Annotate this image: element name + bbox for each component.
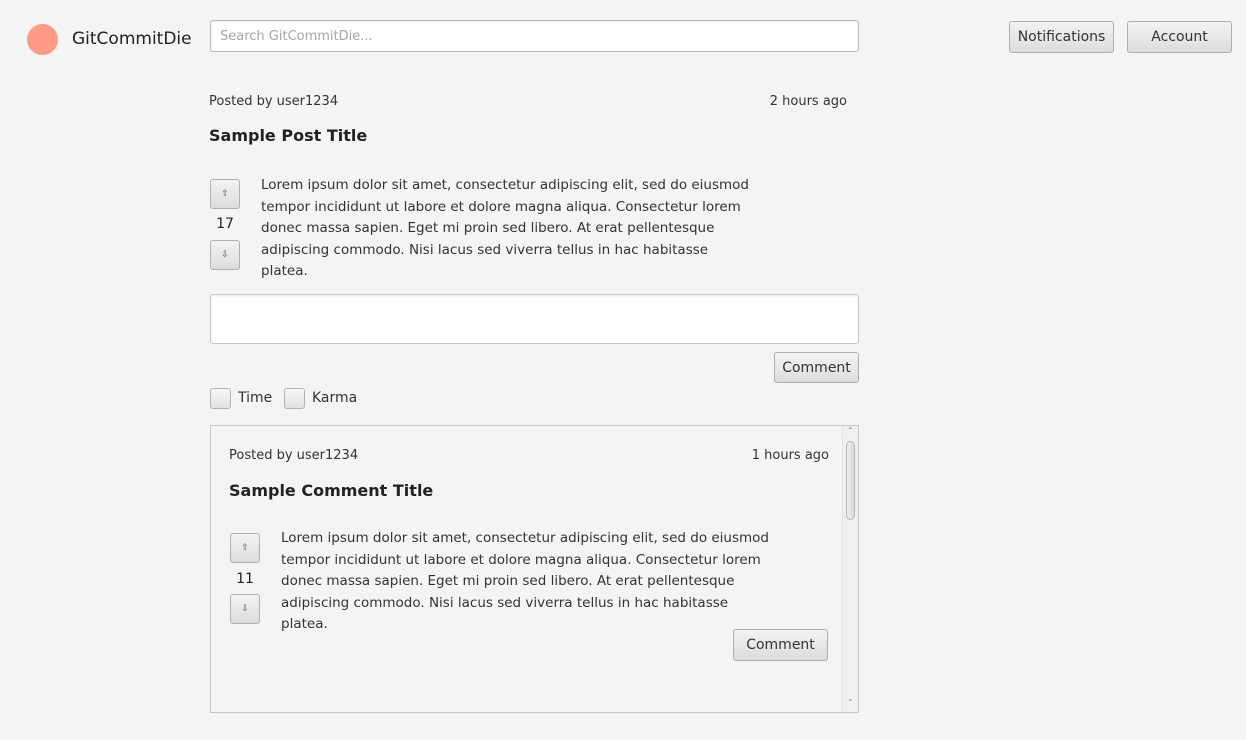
comment-timestamp: 1 hours ago [751, 448, 829, 463]
comment-score: 11 [236, 571, 254, 587]
comment-input[interactable] [210, 294, 859, 344]
reply-comment-button[interactable]: Comment [733, 629, 828, 661]
app-logo [27, 24, 58, 55]
post-body: Lorem ipsum dolor sit amet, consectetur … [261, 177, 750, 279]
post-author: Posted by user1234 [209, 94, 339, 109]
arrow-up-icon: ⇧ [221, 189, 229, 199]
comment-downvote-button[interactable]: ⇩ [230, 594, 260, 624]
arrow-down-icon: ⇩ [241, 604, 249, 614]
comment-title: Sample Comment Title [229, 481, 434, 500]
notifications-button[interactable]: Notifications [1009, 21, 1114, 53]
sort-karma-checkbox[interactable] [284, 388, 305, 409]
comment-body: Lorem ipsum dolor sit amet, consectetur … [281, 530, 770, 632]
post-upvote-button[interactable]: ⇧ [210, 179, 240, 209]
post-title: Sample Post Title [209, 126, 368, 145]
post-downvote-button[interactable]: ⇩ [210, 240, 240, 270]
comment-author: Posted by user1234 [229, 448, 359, 463]
submit-comment-button[interactable]: Comment [774, 352, 859, 383]
app-name: GitCommitDie [72, 29, 192, 49]
chevron-up-icon[interactable]: ˆ [843, 426, 858, 440]
post-timestamp: 2 hours ago [769, 94, 847, 109]
post-score: 17 [216, 216, 234, 232]
chevron-down-icon[interactable]: ˇ [843, 698, 858, 712]
arrow-up-icon: ⇧ [241, 543, 249, 553]
arrow-down-icon: ⇩ [221, 250, 229, 260]
comment-upvote-button[interactable]: ⇧ [230, 533, 260, 563]
scrollbar-thumb[interactable] [846, 441, 855, 520]
sort-time-checkbox[interactable] [210, 388, 231, 409]
comments-panel[interactable]: Posted by user1234 1 hours ago Sample Co… [210, 425, 859, 713]
comments-scrollbar[interactable]: ˆ ˇ [842, 426, 858, 712]
sort-time-label: Time [238, 390, 273, 406]
sort-karma-label: Karma [312, 390, 358, 406]
account-button[interactable]: Account [1127, 21, 1232, 53]
search-input[interactable] [210, 20, 859, 52]
